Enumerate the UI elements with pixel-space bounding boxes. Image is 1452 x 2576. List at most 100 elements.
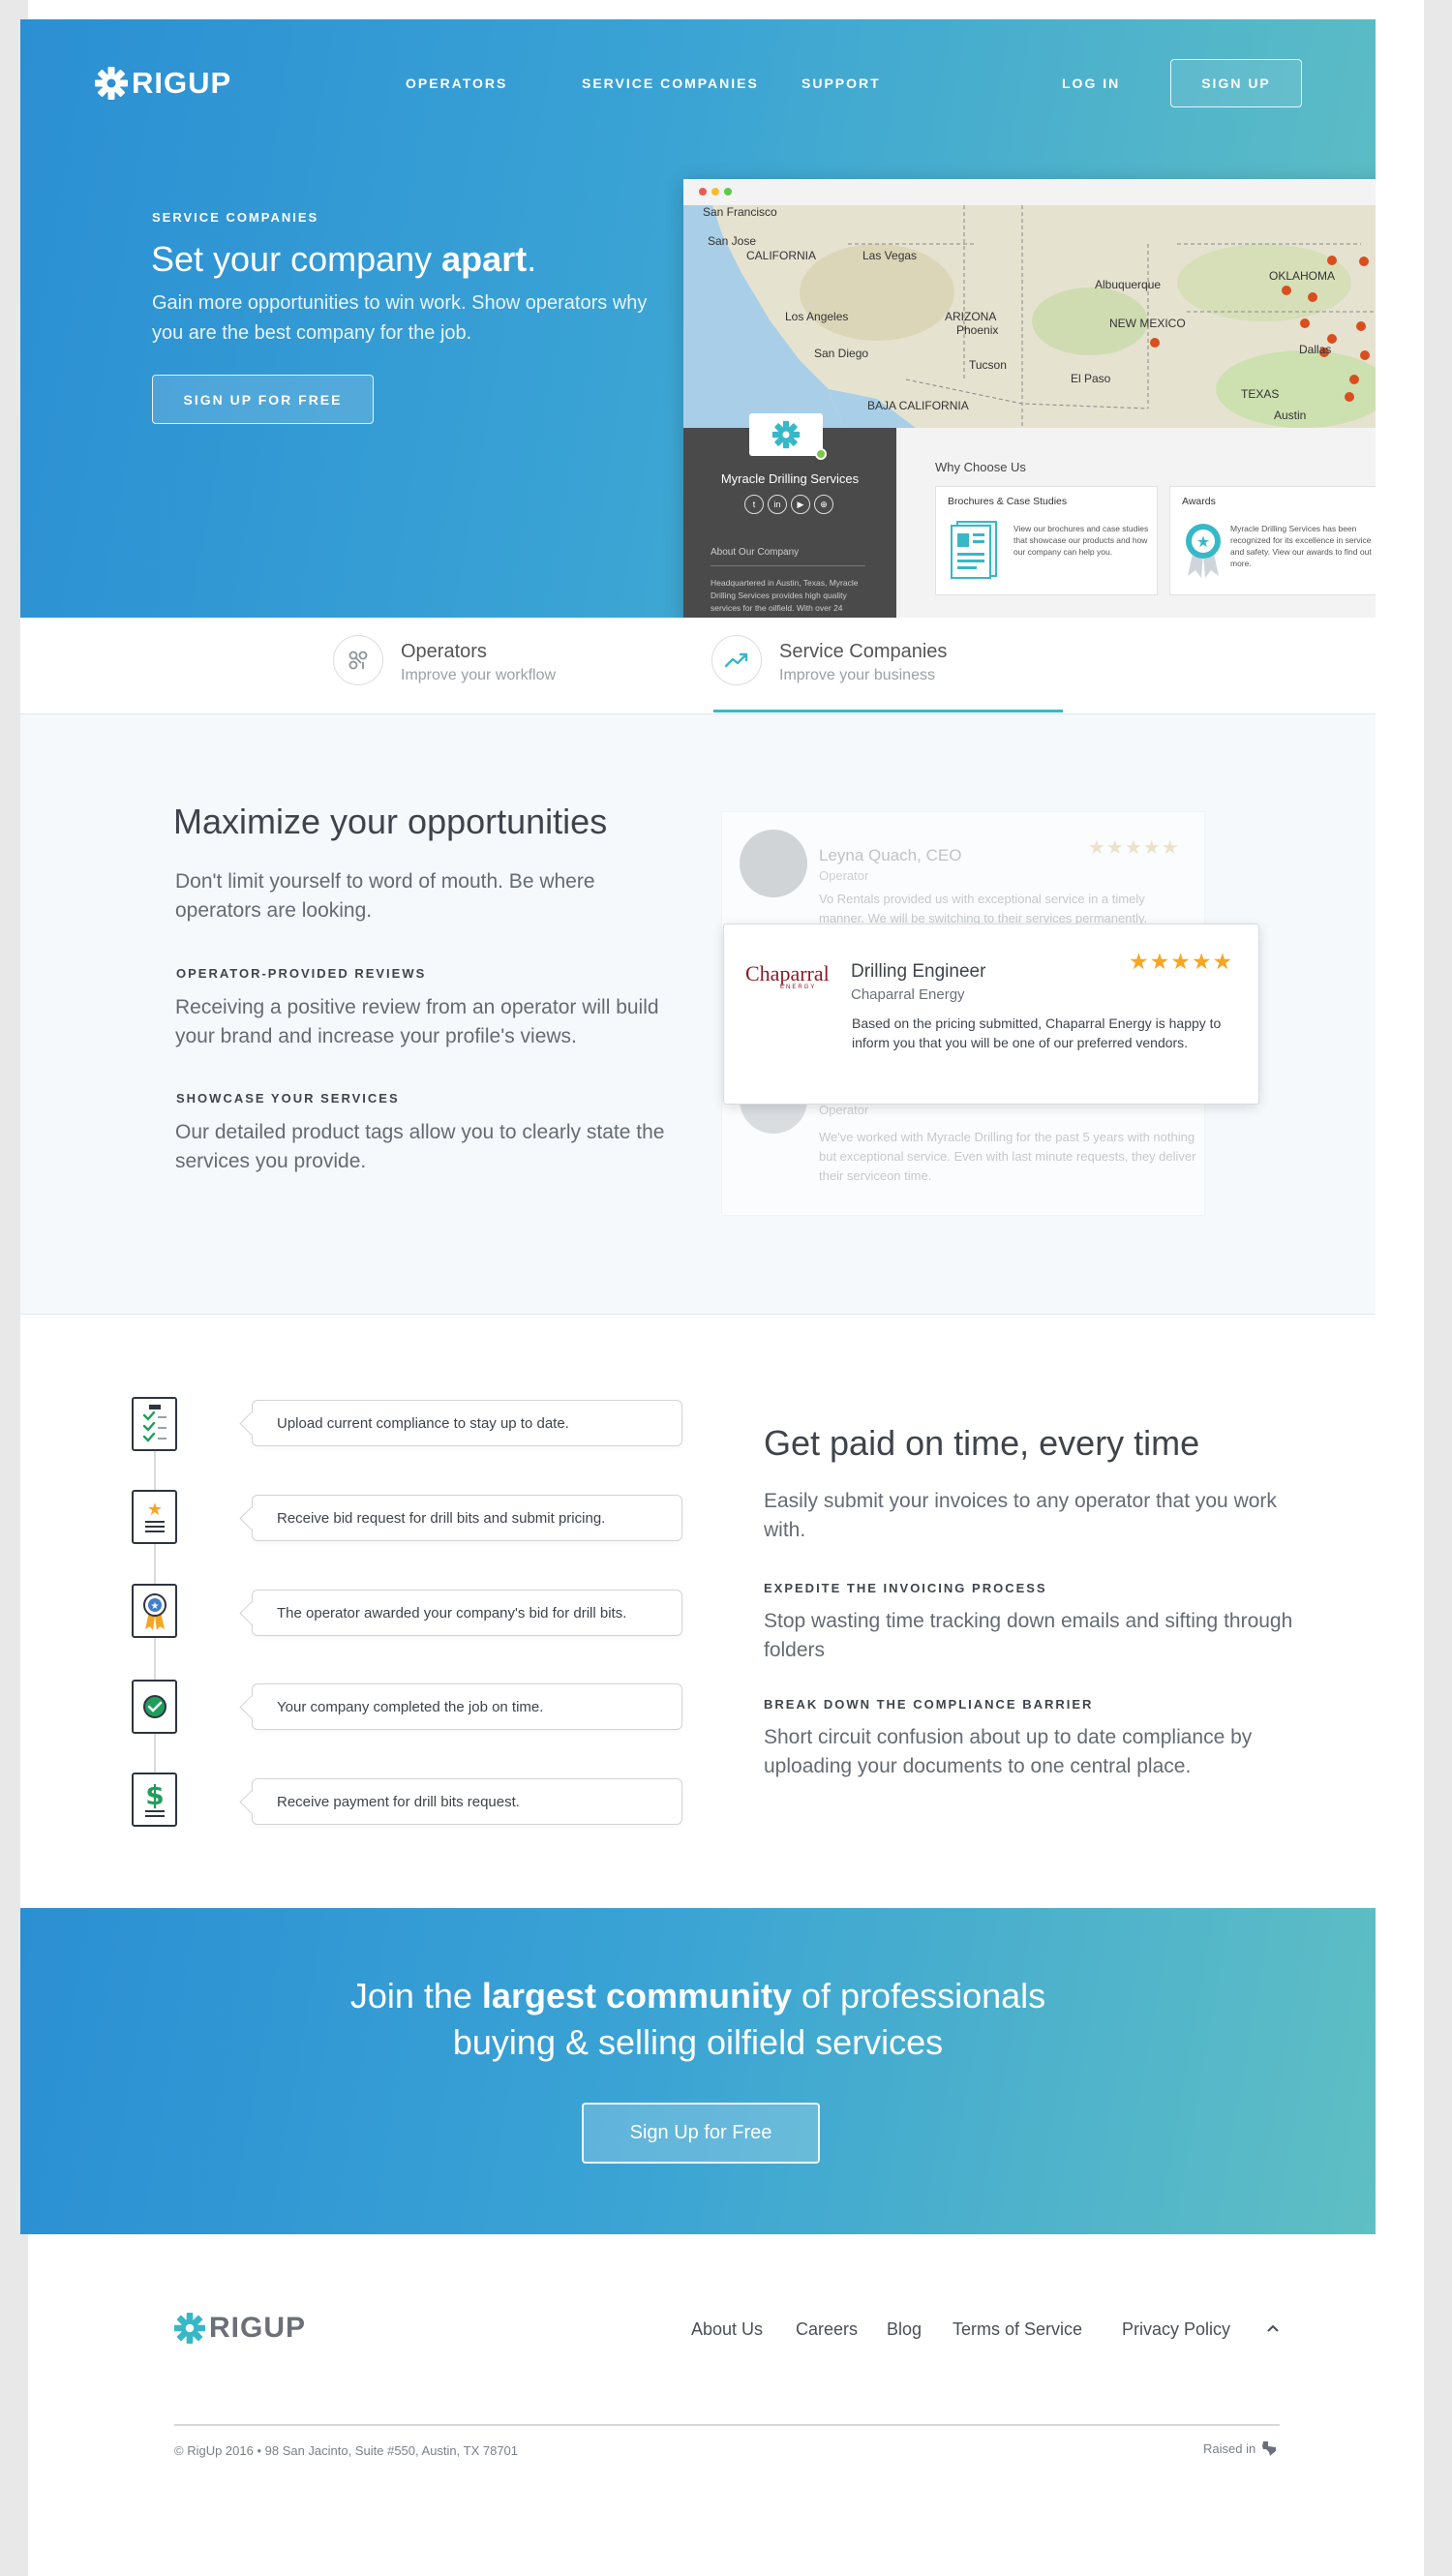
- reviewer-role: Operator: [819, 868, 869, 883]
- divider: [711, 565, 865, 566]
- card-text: Myracle Drilling Services has been recog…: [1230, 524, 1372, 568]
- awards-card[interactable]: Awards ★ Myracle Drilling Services has b…: [1169, 486, 1376, 595]
- featured-review-card: Chaparral ENERGY Drilling Engineer Chapa…: [723, 924, 1259, 1105]
- map-label: CALIFORNIA: [746, 249, 817, 262]
- svg-text:★: ★: [146, 1500, 162, 1520]
- brand-logo[interactable]: RIGUP: [95, 66, 231, 101]
- signup-button[interactable]: SIGN UP: [1170, 59, 1302, 107]
- map-label: Albuquerque: [1095, 278, 1162, 291]
- footer-link-about[interactable]: About Us: [691, 2319, 763, 2340]
- chaparral-logo-sub: ENERGY: [780, 985, 817, 990]
- twitter-icon[interactable]: t: [744, 495, 764, 514]
- feature-text: Short circuit confusion about up to date…: [764, 1726, 1253, 1777]
- hero-subtitle: Gain more opportunities to win work. Sho…: [152, 292, 648, 344]
- tab-subtitle: Improve your workflow: [401, 667, 557, 683]
- opportunities-intro: Don't limit yourself to word of mouth. B…: [175, 870, 595, 922]
- bid-request-icon: ★: [132, 1490, 177, 1544]
- browser-bar: [683, 179, 1376, 205]
- completed-check-icon: [132, 1680, 177, 1734]
- review-text: Vo Rentals provided us with exceptional …: [819, 892, 1148, 925]
- linkedin-icon[interactable]: in: [768, 495, 787, 514]
- company-profile-panel: Myracle Drilling Services t in ▶ ⊕ About…: [683, 413, 896, 618]
- feature-text: Stop wasting time tracking down emails a…: [764, 1610, 1293, 1661]
- feature-text: Receiving a positive review from an oper…: [175, 996, 659, 1047]
- wrench-icon: [333, 635, 383, 685]
- trending-up-icon: [711, 635, 762, 685]
- brochures-card[interactable]: Brochures & Case Studies View our brochu…: [935, 486, 1158, 595]
- tab-title: Service Companies: [779, 641, 948, 662]
- map-label: Dallas: [1299, 343, 1332, 356]
- map-label: ARIZONA: [945, 310, 997, 323]
- map-label: OKLAHOMA: [1269, 269, 1336, 283]
- verified-badge-icon: [815, 448, 827, 460]
- copyright: © RigUp 2016 • 98 San Jacinto, Suite #55…: [174, 2443, 519, 2458]
- reviewer-role: Operator: [819, 1103, 869, 1117]
- hero-signup-free-button[interactable]: SIGN UP FOR FREE: [152, 375, 374, 424]
- card-title: Awards: [1182, 496, 1216, 507]
- nav-operators[interactable]: OPERATORS: [406, 76, 507, 91]
- audience-tabs: Operators Improve your workflow Service …: [20, 618, 1376, 714]
- feature-label: OPERATOR-PROVIDED REVIEWS: [176, 966, 427, 981]
- footer-link-privacy[interactable]: Privacy Policy: [1122, 2319, 1230, 2340]
- brand-name: RIGUP: [132, 66, 232, 100]
- reviewer-name: Leyna Quach, CEO: [819, 846, 962, 864]
- cta-signup-button[interactable]: Sign Up for Free: [582, 2103, 820, 2164]
- website-icon[interactable]: ⊕: [814, 495, 833, 514]
- map-label: TEXAS: [1241, 387, 1280, 401]
- cta-headline: Join the largest community of profession…: [349, 1976, 1046, 2062]
- hero-title: Set your company apart.: [151, 239, 537, 279]
- company-name: Myracle Drilling Services: [720, 471, 860, 486]
- feature-label: SHOWCASE YOUR SERVICES: [176, 1091, 400, 1106]
- map-label: Austin: [1274, 409, 1307, 422]
- why-heading: Why Choose Us: [935, 460, 1026, 474]
- svg-text:$: $: [145, 1779, 164, 1811]
- nav-service-companies[interactable]: SERVICE COMPANIES: [582, 76, 759, 91]
- card-text: View our brochures and case studies that…: [1013, 524, 1149, 557]
- review-text: Based on the pricing submitted, Chaparra…: [852, 1015, 1222, 1050]
- chaparral-logo: Chaparral: [745, 961, 830, 985]
- hero-eyebrow: SERVICE COMPANIES: [152, 210, 319, 225]
- login-link[interactable]: LOG IN: [1062, 76, 1120, 91]
- step-bubble: The operator awarded your company's bid …: [252, 1590, 682, 1636]
- award-icon: ★: [132, 1584, 177, 1638]
- card-title: Brochures & Case Studies: [948, 496, 1068, 507]
- youtube-icon[interactable]: ▶: [791, 495, 810, 514]
- about-heading: About Our Company: [711, 547, 800, 558]
- map-label: El Paso: [1071, 372, 1111, 385]
- nav-support[interactable]: SUPPORT: [802, 76, 881, 91]
- gear-logo-icon: [174, 2313, 205, 2344]
- tab-title: Operators: [401, 641, 487, 662]
- payment-dollar-icon: $: [132, 1773, 177, 1827]
- feature-label: EXPEDITE THE INVOICING PROCESS: [764, 1581, 1047, 1595]
- feature-text: Our detailed product tags allow you to c…: [175, 1121, 665, 1172]
- footer-link-terms[interactable]: Terms of Service: [953, 2319, 1082, 2340]
- checklist-icon: [132, 1397, 177, 1451]
- footer-link-careers[interactable]: Careers: [796, 2319, 858, 2340]
- document-icon: [951, 521, 997, 579]
- reviewer-company: Chaparral Energy: [851, 986, 965, 1003]
- step-bubble: Receive payment for drill bits request.: [252, 1778, 682, 1825]
- reviewer-title: Drilling Engineer: [851, 961, 986, 982]
- footer-logo[interactable]: RIGUP: [174, 2312, 306, 2345]
- map-label: Las Vegas: [862, 249, 918, 262]
- tab-operators[interactable]: Operators Improve your workflow: [333, 635, 556, 685]
- map-label: Tucson: [969, 358, 1007, 372]
- tab-subtitle: Improve your business: [779, 667, 935, 683]
- svg-text:★: ★: [1196, 532, 1210, 551]
- paid-title: Get paid on time, every time: [764, 1423, 1200, 1463]
- close-dot-icon: [699, 188, 707, 196]
- map-label: San Jose: [708, 234, 757, 248]
- opportunities-title: Maximize your opportunities: [173, 802, 608, 841]
- brand-name: RIGUP: [209, 2312, 307, 2344]
- tab-service-companies[interactable]: Service Companies Improve your business: [711, 635, 947, 685]
- map-label: Phoenix: [956, 323, 999, 337]
- texas-icon: [1262, 2441, 1277, 2456]
- step-bubble: Receive bid request for drill bits and s…: [252, 1495, 682, 1541]
- avatar: [740, 830, 807, 897]
- gear-logo-icon: [95, 67, 128, 100]
- footer-link-blog[interactable]: Blog: [887, 2319, 922, 2340]
- back-to-top-chevron-icon[interactable]: [1263, 2318, 1283, 2338]
- map-label: Los Angeles: [785, 310, 849, 323]
- map-label: BAJA CALIFORNIA: [867, 399, 969, 412]
- map-label: NEW MEXICO: [1109, 317, 1186, 330]
